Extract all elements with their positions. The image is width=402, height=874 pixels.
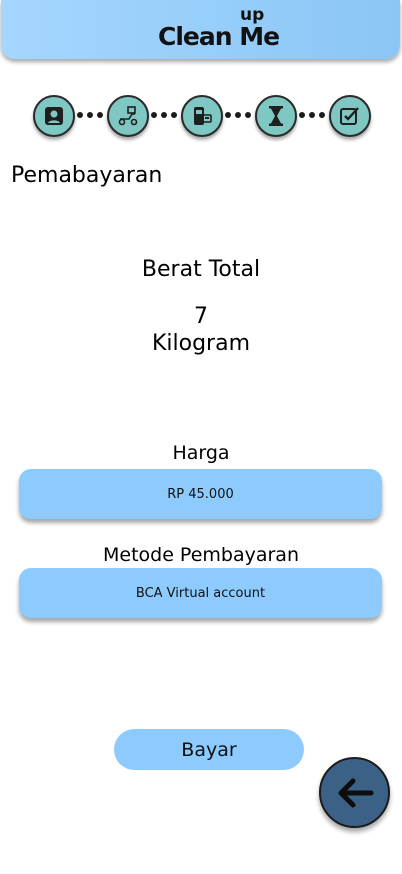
step-payment[interactable] <box>181 95 223 137</box>
step-connector <box>225 112 251 118</box>
step-process[interactable] <box>255 95 297 137</box>
step-connector <box>299 112 325 118</box>
arrow-left-icon <box>338 778 373 807</box>
weight-value: 7 <box>194 304 208 329</box>
app-logo: Clean Me <box>158 22 280 51</box>
payment-method-label: Metode Pembayaran <box>102 544 299 566</box>
weight-label: Berat Total <box>141 257 261 282</box>
price-field: RP 45.000 <box>19 469 382 519</box>
step-profile[interactable] <box>33 95 75 137</box>
step-connector <box>151 112 177 118</box>
step-connector <box>77 112 103 118</box>
pay-button[interactable]: Bayar <box>114 729 304 770</box>
payment-wallet-icon <box>194 107 212 125</box>
price-label: Harga <box>172 442 230 464</box>
back-button[interactable] <box>319 757 390 828</box>
hourglass-icon <box>269 106 283 126</box>
pay-button-label: Bayar <box>181 738 237 761</box>
app-header: Clean Me up <box>1 0 400 59</box>
page-title: Pemabayaran <box>11 163 163 188</box>
weight-unit: Kilogram <box>151 331 251 356</box>
step-pickup[interactable] <box>107 95 149 137</box>
scooter-delivery-icon <box>118 106 138 126</box>
progress-stepper <box>0 95 402 139</box>
payment-method-value: BCA Virtual account <box>135 585 266 601</box>
app-logo-superscript: up <box>240 5 265 25</box>
price-value: RP 45.000 <box>167 486 234 502</box>
user-profile-icon <box>45 107 63 125</box>
step-done[interactable] <box>329 95 371 137</box>
checklist-icon <box>340 107 359 125</box>
payment-method-select[interactable]: BCA Virtual account <box>19 568 382 618</box>
